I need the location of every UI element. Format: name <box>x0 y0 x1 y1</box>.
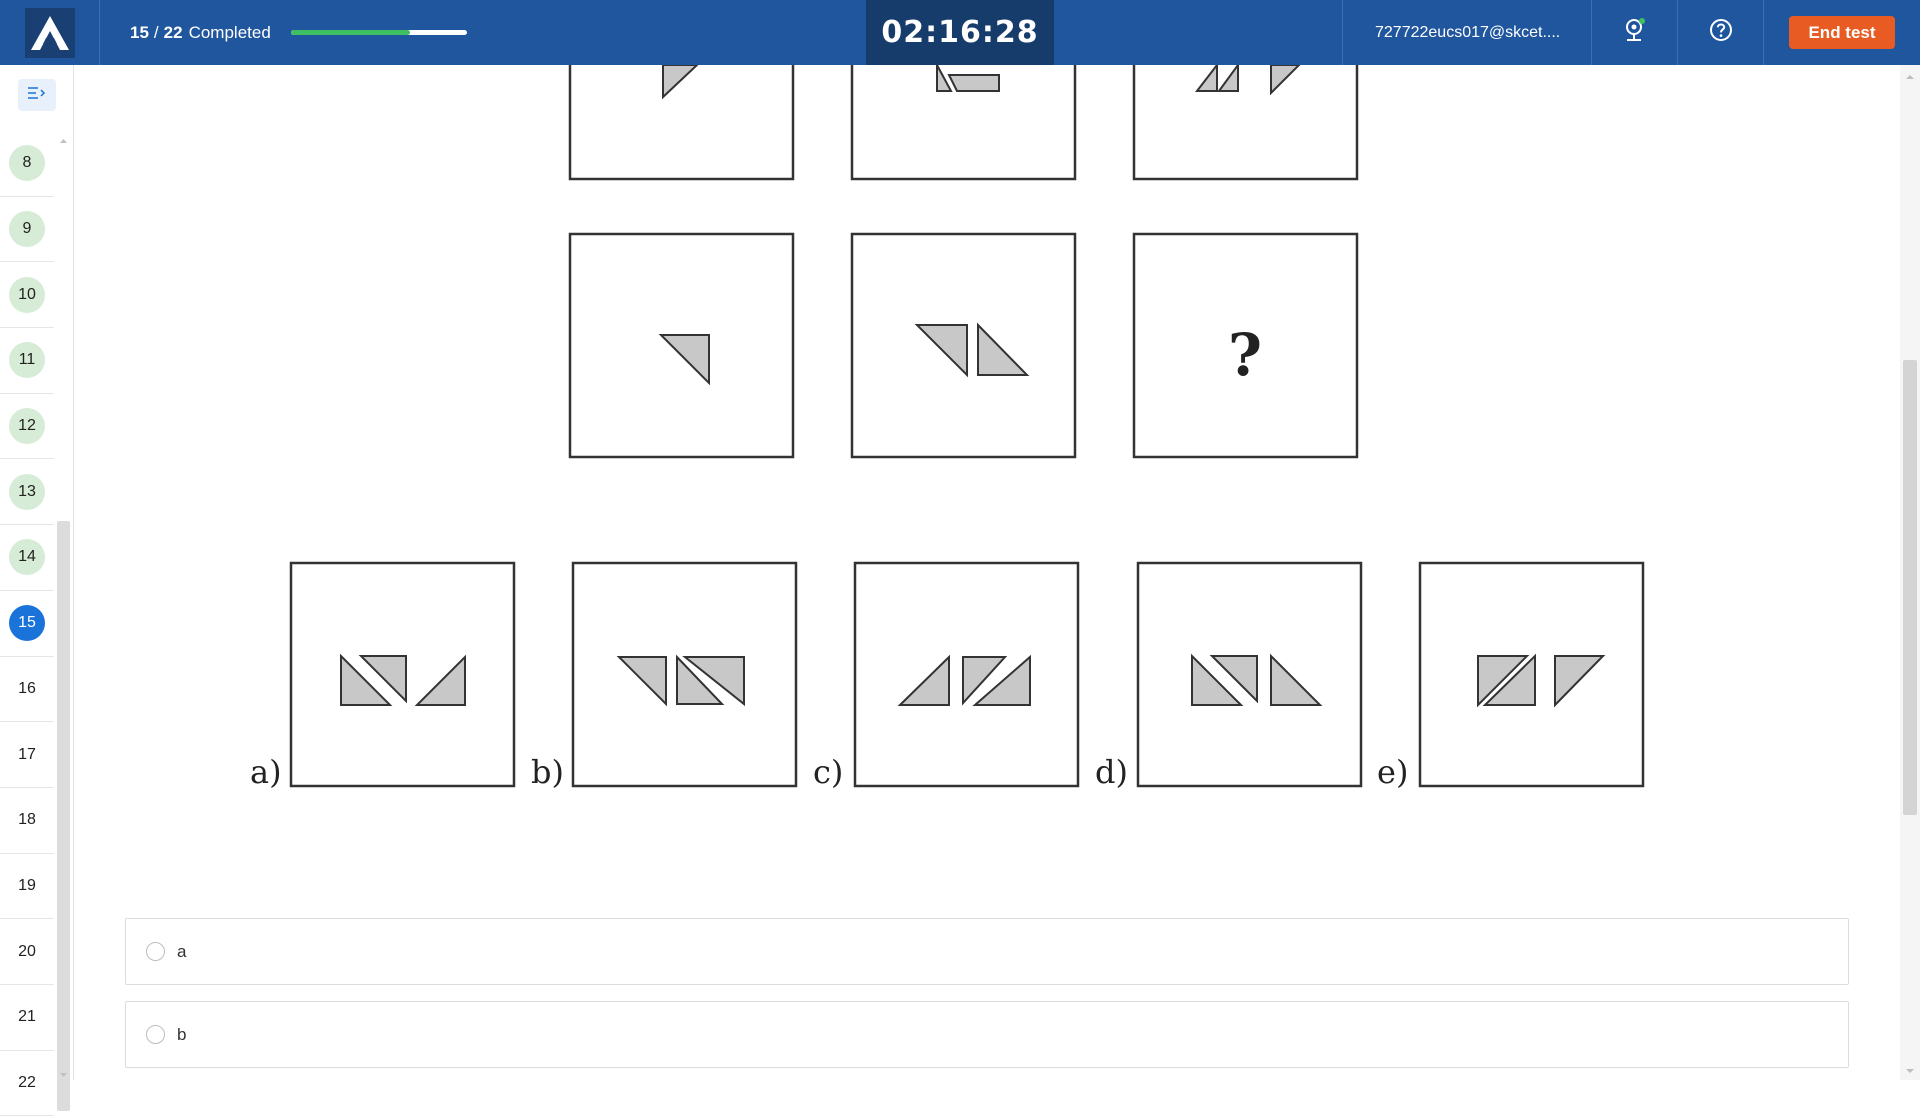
sidebar-scroll-thumb[interactable] <box>57 521 70 1111</box>
question-number: 18 <box>18 811 36 829</box>
question-nav-item[interactable]: 22 <box>0 1051 54 1116</box>
radio-button[interactable] <box>146 1025 165 1044</box>
question-number: 16 <box>18 679 36 697</box>
question-nav-item[interactable]: 20 <box>0 919 54 985</box>
answer-option-a[interactable]: a <box>125 918 1849 985</box>
scroll-down-icon <box>1906 1069 1914 1073</box>
top-bar: 15 / 22 Completed 02:16:28 727722eucs017… <box>0 0 1920 65</box>
countdown-timer: 02:16:28 <box>866 0 1054 65</box>
progress-current: 15 <box>130 22 149 42</box>
radio-button[interactable] <box>146 942 165 961</box>
logo-a-icon <box>24 7 75 58</box>
question-nav-item[interactable]: 13 <box>0 459 54 526</box>
progress-label: Completed <box>188 22 271 42</box>
question-navigator: 8 9 10 11 12 13 14 15 16 17 18 19 20 21 22 <box>0 65 74 1116</box>
question-nav-item[interactable]: 9 <box>0 197 54 263</box>
option-letter-b: b) <box>531 753 564 791</box>
end-test-button[interactable]: End test <box>1789 16 1895 49</box>
question-nav-item[interactable]: 15 <box>0 591 54 657</box>
question-nav-item[interactable]: 17 <box>0 722 54 788</box>
scroll-up-icon <box>1906 75 1914 79</box>
question-list: 8 9 10 11 12 13 14 15 16 17 18 19 20 21 22 <box>0 131 54 1116</box>
webcam-icon <box>1622 17 1648 48</box>
question-number: 21 <box>18 1008 36 1026</box>
question-number: 11 <box>9 342 45 379</box>
problem-figure <box>568 65 795 181</box>
progress-bar-fill <box>290 30 411 35</box>
question-panel: ? a) b) c) d) e) a b <box>75 65 1900 1080</box>
scroll-up-icon <box>60 139 67 143</box>
question-nav-item[interactable]: 14 <box>0 525 54 591</box>
logo <box>0 0 100 65</box>
question-number: 13 <box>9 473 45 510</box>
webcam-button[interactable] <box>1592 0 1678 65</box>
question-nav-item[interactable]: 21 <box>0 985 54 1051</box>
help-button[interactable] <box>1678 0 1764 65</box>
question-nav-item[interactable]: 10 <box>0 262 54 329</box>
question-nav-item[interactable]: 12 <box>0 394 54 460</box>
progress-bar <box>290 30 467 35</box>
question-number: 10 <box>9 276 45 313</box>
option-letter-d: d) <box>1095 753 1128 791</box>
help-icon <box>1709 18 1733 47</box>
option-letter-a: a) <box>250 753 282 791</box>
main-scroll-thumb[interactable] <box>1903 360 1917 815</box>
question-nav-item[interactable]: 11 <box>0 328 54 394</box>
question-nav-item[interactable]: 19 <box>0 854 54 920</box>
user-email: 727722eucs017@skcet.... <box>1342 0 1592 65</box>
missing-figure-mark: ? <box>1228 321 1262 389</box>
answer-option-label: a <box>177 941 187 961</box>
progress-indicator: 15 / 22 Completed <box>130 0 467 65</box>
option-letter-c: c) <box>813 753 843 791</box>
problem-figure <box>1132 65 1359 181</box>
question-nav-item[interactable]: 16 <box>0 657 54 723</box>
figure-puzzle-image: ? a) b) c) d) e) <box>250 65 1645 791</box>
question-number: 20 <box>18 942 36 960</box>
answer-option-b[interactable]: b <box>125 1001 1849 1068</box>
triangle-shape <box>947 74 1000 92</box>
sidebar-scrollbar[interactable] <box>55 131 72 1111</box>
main-scrollbar[interactable] <box>1900 65 1920 1080</box>
option-letter-e: e) <box>1377 753 1408 791</box>
question-nav-item[interactable]: 18 <box>0 788 54 854</box>
sidebar-toggle-button[interactable] <box>18 79 56 111</box>
collapse-sidebar-icon <box>27 86 47 105</box>
scroll-down-icon <box>60 1073 67 1077</box>
question-number: 19 <box>18 876 36 894</box>
progress-separator: / <box>153 22 159 42</box>
progress-total: 22 <box>163 22 183 42</box>
question-number: 17 <box>18 745 36 763</box>
question-number: 22 <box>18 1073 36 1091</box>
question-nav-item[interactable]: 8 <box>0 131 54 197</box>
question-number: 14 <box>9 539 45 576</box>
answer-option-label: b <box>177 1024 187 1044</box>
question-number: 8 <box>9 145 45 182</box>
question-number: 9 <box>9 211 45 248</box>
question-number: 12 <box>9 408 45 445</box>
question-number: 15 <box>9 605 45 642</box>
